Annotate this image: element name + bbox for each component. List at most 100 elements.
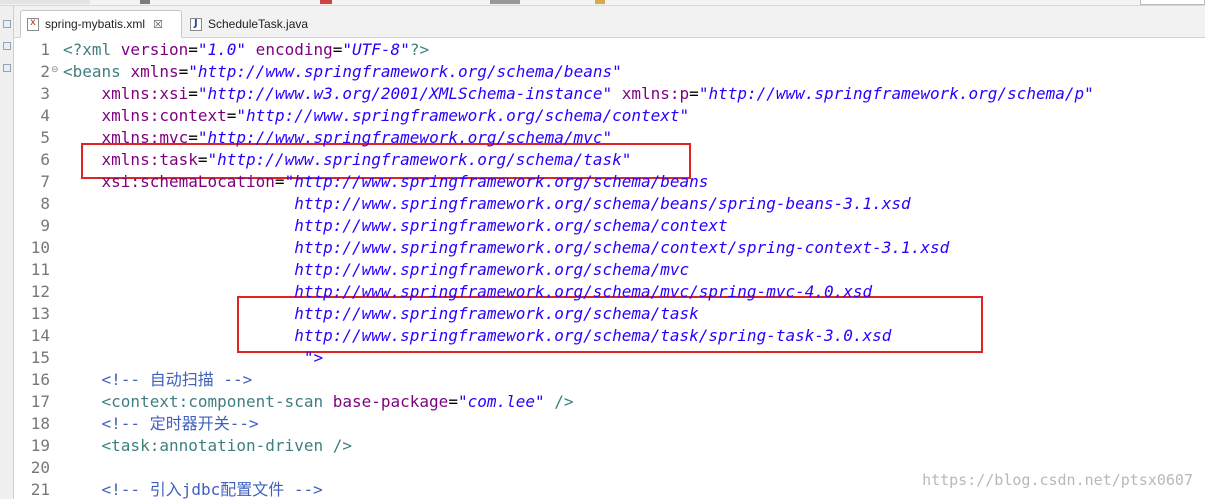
code-token: <context:component-scan (101, 392, 333, 411)
fold-toggle-icon[interactable]: ⊖ (51, 65, 59, 75)
code-token: "UTF-8" (342, 40, 410, 59)
toolbar-icon[interactable] (140, 0, 150, 4)
code-text: http://www.springframework.org/schema/be… (63, 193, 911, 215)
line-number: 5 (40, 128, 50, 147)
toolbar-icon[interactable] (490, 0, 520, 4)
line-number: 1 (40, 40, 50, 59)
code-line[interactable]: 7 xsi:schemaLocation="http://www.springf… (14, 171, 1205, 193)
code-line[interactable]: 9 http://www.springframework.org/schema/… (14, 215, 1205, 237)
code-token: = (689, 84, 699, 103)
tab-spring-mybatis-xml[interactable]: spring-mybatis.xml ☒ (20, 10, 182, 38)
line-number: 11 (30, 260, 50, 279)
quick-access-field[interactable] (1140, 0, 1205, 5)
line-number: 20 (30, 458, 50, 477)
code-token: <!-- 自动扫描 --> (101, 370, 253, 389)
code-line[interactable]: 17 <context:component-scan base-package=… (14, 391, 1205, 413)
code-token: xmlns:context (101, 106, 227, 125)
code-token: encoding (246, 40, 333, 59)
line-number: 12 (30, 282, 50, 301)
line-number: 10 (30, 238, 50, 257)
code-line[interactable]: 1 <?xml version="1.0" encoding="UTF-8"?> (14, 39, 1205, 61)
code-line[interactable]: 8 http://www.springframework.org/schema/… (14, 193, 1205, 215)
watermark: https://blog.csdn.net/ptsx0607 (922, 471, 1193, 489)
code-line[interactable]: 16 <!-- 自动扫描 --> (14, 369, 1205, 391)
xml-editor[interactable]: 1 <?xml version="1.0" encoding="UTF-8"?> 2… (14, 38, 1205, 499)
code-text: http://www.springframework.org/schema/mv… (63, 281, 872, 303)
code-token: = (188, 40, 198, 59)
code-token: version (120, 40, 189, 59)
code-token: = (197, 150, 208, 169)
line-number: 14 (30, 326, 50, 345)
minimized-view-icon[interactable] (3, 20, 11, 28)
code-text: xsi:schemaLocation="http://www.springfra… (63, 171, 709, 193)
code-line[interactable]: 19 <task:annotation-driven /> (14, 435, 1205, 457)
code-token: "http://www.springframework.org/schema/b… (188, 62, 622, 81)
code-token: http://www.springframework.org/schema/mv… (294, 260, 690, 279)
code-text: http://www.springframework.org/schema/ta… (63, 325, 891, 347)
code-token: ?> (409, 40, 430, 59)
code-token: = (332, 40, 343, 59)
code-line[interactable]: 14 http://www.springframework.org/schema… (14, 325, 1205, 347)
java-file-icon (190, 17, 202, 31)
code-line[interactable]: 12 http://www.springframework.org/schema… (14, 281, 1205, 303)
line-number: 7 (40, 172, 50, 191)
line-number: 2 (40, 62, 50, 81)
minimized-view-icon[interactable] (3, 42, 11, 50)
line-number: 9 (40, 216, 50, 235)
code-line[interactable]: 18 <!-- 定时器开关--> (14, 413, 1205, 435)
code-line[interactable]: 5 xmlns:mvc="http://www.springframework.… (14, 127, 1205, 149)
xml-file-icon (27, 17, 39, 31)
code-token: http://www.springframework.org/schema/ta… (294, 326, 892, 345)
code-token: <task:annotation-driven /> (101, 436, 352, 455)
code-token: http://www.springframework.org/schema/co… (294, 216, 728, 235)
tab-scheduletask-java[interactable]: ScheduleTask.java (184, 10, 334, 38)
code-token: "> (303, 348, 324, 367)
toolbar-icon[interactable] (320, 0, 332, 4)
code-token: <beans (63, 62, 131, 81)
left-trim-bar (0, 6, 14, 499)
code-token: <?xml (63, 40, 121, 59)
code-line[interactable]: 15 "> (14, 347, 1205, 369)
code-token: "http://www.springframework.org/schema/m… (197, 128, 613, 147)
code-token: "http://www.springframework.org/schema/b… (284, 172, 709, 191)
code-text: xmlns:task="http://www.springframework.o… (63, 149, 632, 171)
code-token: "http://www.springframework.org/schema/p… (698, 84, 1094, 103)
code-line[interactable]: 10 http://www.springframework.org/schema… (14, 237, 1205, 259)
code-text: <!-- 自动扫描 --> (63, 369, 253, 391)
code-token: http://www.springframework.org/schema/mv… (294, 282, 873, 301)
code-line[interactable]: 4 xmlns:context="http://www.springframew… (14, 105, 1205, 127)
line-number: 4 (40, 106, 50, 125)
minimized-view-icon[interactable] (3, 64, 11, 72)
code-token: xmlns (130, 62, 179, 81)
code-line[interactable]: 2 ⊖ <beans xmlns="http://www.springframewo… (14, 61, 1205, 83)
code-line[interactable]: 13 http://www.springframework.org/schema… (14, 303, 1205, 325)
toolbar-icon[interactable] (595, 0, 605, 4)
code-line[interactable]: 3 xmlns:xsi="http://www.w3.org/2001/XMLS… (14, 83, 1205, 105)
code-token: = (448, 392, 458, 411)
code-token: "http://www.springframework.org/schema/c… (236, 106, 690, 125)
code-token: "http://www.w3.org/2001/XMLSchema-instan… (197, 84, 613, 103)
tab-label: ScheduleTask.java (208, 17, 309, 31)
code-line[interactable]: 11 http://www.springframework.org/schema… (14, 259, 1205, 281)
code-text: <!-- 引入jdbc配置文件 --> (63, 479, 323, 499)
code-text: <?xml version="1.0" encoding="UTF-8"?> (63, 39, 429, 61)
code-token: xsi:schemaLocation (101, 172, 275, 191)
line-number: 21 (30, 480, 50, 499)
code-token: xmlns:p (621, 84, 690, 103)
editor-tab-bar: spring-mybatis.xml ☒ ScheduleTask.java (14, 6, 1205, 38)
code-text: <!-- 定时器开关--> (63, 413, 259, 435)
code-line[interactable]: 6 xmlns:task="http://www.springframework… (14, 149, 1205, 171)
close-icon[interactable]: ☒ (153, 18, 163, 31)
code-token: = (274, 172, 285, 191)
line-number: 18 (30, 414, 50, 433)
